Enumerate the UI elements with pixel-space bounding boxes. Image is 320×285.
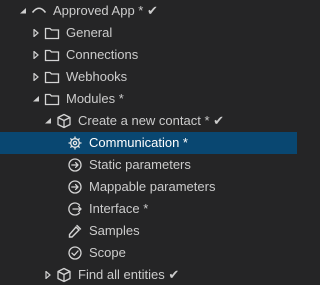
- chevron-right-icon[interactable]: [31, 66, 41, 88]
- tree-item-general[interactable]: General: [0, 22, 297, 44]
- tree-item-label: Static parameters: [89, 157, 191, 172]
- arrow-right-circle-icon: [67, 157, 83, 173]
- module-cube-icon: [56, 113, 72, 129]
- chevron-down-icon[interactable]: [31, 88, 41, 110]
- tree-item-label: General: [66, 25, 113, 40]
- tree-item-label: Create a new contact * ✔: [78, 113, 225, 128]
- folder-icon: [44, 47, 60, 63]
- tree-item-interface[interactable]: Interface *: [0, 198, 297, 220]
- tree-item-label: Webhooks: [66, 69, 128, 84]
- arrow-right-circle-icon: [67, 179, 83, 195]
- arrow-right-open-circle-icon: [67, 201, 83, 217]
- chevron-right-icon[interactable]: [31, 44, 41, 66]
- chevron-down-icon[interactable]: [43, 110, 53, 132]
- folder-icon: [44, 69, 60, 85]
- folder-icon: [44, 25, 60, 41]
- tree-item-static-parameters[interactable]: Static parameters: [0, 154, 297, 176]
- chevron-down-icon[interactable]: [18, 0, 28, 22]
- tree-item-scope[interactable]: Scope: [0, 242, 297, 264]
- tree-item-label: Interface *: [89, 201, 149, 216]
- tree-item-label: Samples: [89, 223, 140, 238]
- tree-item-label: Approved App * ✔: [53, 3, 158, 18]
- tree-item-label: Communication *: [89, 135, 188, 150]
- tree-item-approved-app[interactable]: Approved App * ✔: [0, 0, 297, 22]
- tree-item-label: Mappable parameters: [89, 179, 216, 194]
- tree-item-communication[interactable]: Communication *: [0, 132, 297, 154]
- tree-item-webhooks[interactable]: Webhooks: [0, 66, 297, 88]
- chevron-right-icon[interactable]: [31, 22, 41, 44]
- module-cube-icon: [56, 267, 72, 283]
- tree-item-connections[interactable]: Connections: [0, 44, 297, 66]
- dropper-icon: [67, 223, 83, 239]
- tree-item-label: Scope: [89, 245, 126, 260]
- app-arc-icon: [31, 3, 47, 19]
- tree-item-modules[interactable]: Modules *: [0, 88, 297, 110]
- tree-item-mappable-parameters[interactable]: Mappable parameters: [0, 176, 297, 198]
- chevron-right-icon[interactable]: [43, 264, 53, 285]
- folder-open-icon: [44, 91, 60, 107]
- gear-icon: [67, 135, 83, 151]
- tree-item-find-all-entities[interactable]: Find all entities ✔: [0, 264, 297, 285]
- tree-item-create-a-new-contact[interactable]: Create a new contact * ✔: [0, 110, 297, 132]
- tree-item-label: Find all entities ✔: [78, 267, 180, 282]
- tree-item-label: Connections: [66, 47, 139, 62]
- tree-item-label: Modules *: [66, 91, 124, 106]
- tree-item-samples[interactable]: Samples: [0, 220, 297, 242]
- explorer-tree: Approved App * ✔ General Connections Web…: [0, 0, 297, 285]
- check-circle-icon: [67, 245, 83, 261]
